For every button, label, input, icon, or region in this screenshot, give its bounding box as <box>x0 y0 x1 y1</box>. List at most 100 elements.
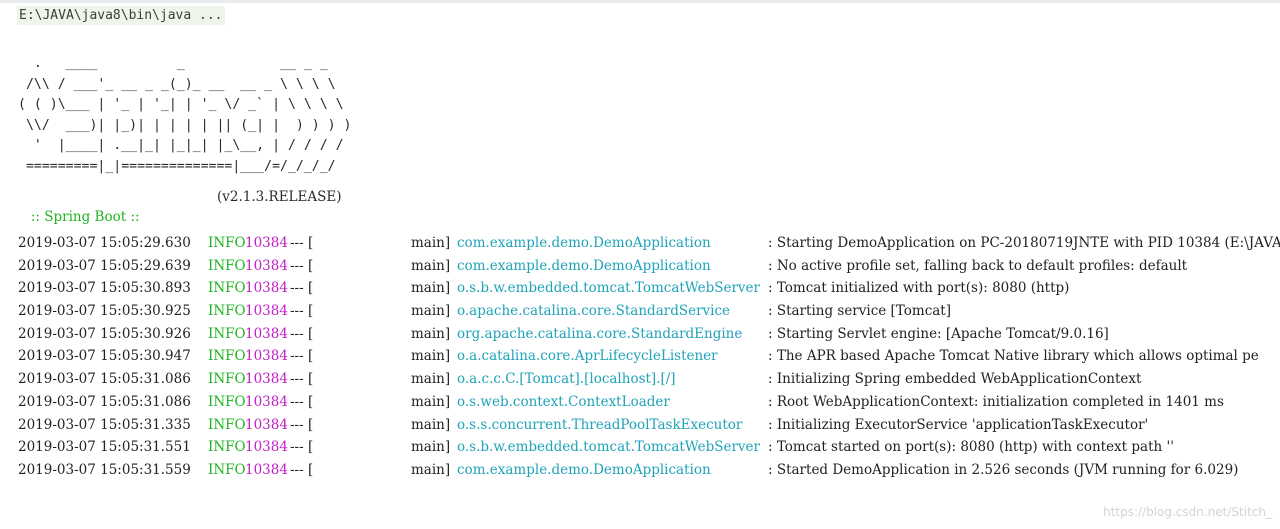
log-pid: 10384 <box>245 235 288 251</box>
log-timestamp: 2019-03-07 15:05:30.926 <box>18 325 191 342</box>
log-message: : Tomcat started on port(s): 8080 (http)… <box>768 439 1174 456</box>
log-separator: --- [ <box>290 416 314 433</box>
log-line: 2019-03-07 15:05:31.086 INFO 10384 --- [ mai… <box>0 369 1280 392</box>
log-timestamp: 2019-03-07 15:05:31.335 <box>18 416 191 433</box>
log-separator: --- [ <box>290 303 314 320</box>
log-message: : Tomcat initialized with port(s): 8080 … <box>768 280 1070 297</box>
log-timestamp: 2019-03-07 15:05:31.086 <box>18 393 191 410</box>
log-separator: --- [ <box>290 280 314 297</box>
log-logger-name[interactable]: o.s.b.w.embedded.tomcat.TomcatWebServer <box>457 437 760 457</box>
log-pid: 10384 <box>245 325 288 342</box>
log-logger-name[interactable]: com.example.demo.DemoApplication <box>457 460 711 480</box>
log-message: : Starting DemoApplication on PC-2018071… <box>768 235 1280 251</box>
log-thread: main] <box>411 280 451 297</box>
log-message: : Starting Servlet engine: [Apache Tomca… <box>768 325 1109 342</box>
log-timestamp: 2019-03-07 15:05:29.639 <box>18 257 191 274</box>
log-level: INFO <box>208 439 246 456</box>
log-timestamp: 2019-03-07 15:05:29.630 <box>18 235 191 251</box>
log-thread: main] <box>411 348 451 365</box>
log-message: : Started DemoApplication in 2.526 secon… <box>768 461 1239 478</box>
log-separator: --- [ <box>290 439 314 456</box>
spring-boot-version: (v2.1.3.RELEASE) <box>217 189 342 205</box>
log-timestamp: 2019-03-07 15:05:31.551 <box>18 439 191 456</box>
log-pid: 10384 <box>245 303 288 320</box>
log-logger-name[interactable]: o.s.b.w.embedded.tomcat.TomcatWebServer <box>457 278 760 298</box>
log-pid: 10384 <box>245 348 288 365</box>
log-pid: 10384 <box>245 280 288 297</box>
log-timestamp: 2019-03-07 15:05:31.086 <box>18 371 191 388</box>
log-message: : Root WebApplicationContext: initializa… <box>768 393 1224 410</box>
log-thread: main] <box>411 393 451 410</box>
log-line: 2019-03-07 15:05:31.559 INFO 10384 --- [ mai… <box>0 460 1280 483</box>
log-line: 2019-03-07 15:05:30.893 INFO 10384 --- [ mai… <box>0 278 1280 301</box>
log-level: INFO <box>208 371 246 388</box>
log-pid: 10384 <box>245 393 288 410</box>
log-thread: main] <box>411 439 451 456</box>
log-separator: --- [ <box>290 325 314 342</box>
log-logger-name[interactable]: o.s.web.context.ContextLoader <box>457 392 670 412</box>
log-thread: main] <box>411 303 451 320</box>
log-logger-name[interactable]: o.apache.catalina.core.StandardService <box>457 301 730 321</box>
banner-line: . ____ _ __ _ _ <box>18 56 328 71</box>
console-log-output: 2019-03-07 15:05:29.630 INFO 10384 --- [mai… <box>0 233 1280 483</box>
log-line: 2019-03-07 15:05:30.947 INFO 10384 --- [ mai… <box>0 346 1280 369</box>
spring-ascii-banner: . ____ _ __ _ _ /\\ / ___'_ __ _ _(_)_ _… <box>18 54 351 178</box>
log-pid: 10384 <box>245 371 288 388</box>
spring-boot-version-line: :: Spring Boot :: (v2.1.3.RELEASE) <box>18 187 342 227</box>
log-thread: main] <box>411 371 451 388</box>
log-level: INFO <box>208 348 246 365</box>
banner-line: ' |____| .__|_| |_|_| |_\__, | / / / / <box>18 138 344 154</box>
log-level: INFO <box>208 416 246 433</box>
log-message: : Initializing ExecutorService 'applicat… <box>768 416 1149 433</box>
banner-line: /\\ / ___'_ __ _ _(_)_ __ __ _ \ \ \ \ <box>18 76 336 92</box>
log-line: 2019-03-07 15:05:29.630 INFO 10384 --- [mai… <box>0 233 1280 256</box>
log-separator: --- [ <box>290 371 314 388</box>
log-level: INFO <box>208 303 246 320</box>
banner-line: \\/ ___)| |_)| | | | | || (_| | ) ) ) ) <box>18 117 352 133</box>
log-line: 2019-03-07 15:05:29.639 INFO 10384 --- [ mai… <box>0 256 1280 279</box>
banner-line: ( ( )\___ | '_ | '_| | '_ \/ _` | \ \ \ … <box>18 97 344 113</box>
log-thread: main] <box>411 257 451 274</box>
run-command-line[interactable]: E:\JAVA\java8\bin\java ... <box>17 6 225 25</box>
log-level: INFO <box>208 257 246 274</box>
log-line: 2019-03-07 15:05:31.335 INFO 10384 --- [ mai… <box>0 415 1280 438</box>
log-thread: main] <box>411 461 451 478</box>
log-level: INFO <box>208 280 246 297</box>
log-timestamp: 2019-03-07 15:05:30.947 <box>18 348 191 365</box>
log-level: INFO <box>208 393 246 410</box>
log-separator: --- [ <box>290 393 314 410</box>
log-level: INFO <box>208 461 246 478</box>
log-separator: --- [ <box>290 348 314 365</box>
log-logger-name[interactable]: com.example.demo.DemoApplication <box>457 233 711 253</box>
banner-line: =========|_|==============|___/=/_/_/_/ <box>18 158 336 174</box>
log-separator: --- [ <box>290 461 314 478</box>
log-line: 2019-03-07 15:05:31.551 INFO 10384 --- [ mai… <box>0 437 1280 460</box>
log-line: 2019-03-07 15:05:30.925 INFO 10384 --- [ mai… <box>0 301 1280 324</box>
spring-boot-label: :: Spring Boot :: <box>26 209 144 225</box>
log-thread: main] <box>411 416 451 433</box>
log-pid: 10384 <box>245 461 288 478</box>
log-logger-name[interactable]: org.apache.catalina.core.StandardEngine <box>457 324 742 344</box>
log-pid: 10384 <box>245 416 288 433</box>
watermark: https://blog.csdn.net/Stitch_ <box>1103 505 1272 519</box>
log-message: : No active profile set, falling back to… <box>768 257 1188 274</box>
log-timestamp: 2019-03-07 15:05:31.559 <box>18 461 191 478</box>
log-pid: 10384 <box>245 257 288 274</box>
log-separator: --- [ <box>290 235 314 251</box>
log-logger-name[interactable]: o.s.s.concurrent.ThreadPoolTaskExecutor <box>457 415 742 435</box>
log-logger-name[interactable]: o.a.catalina.core.AprLifecycleListener <box>457 346 718 366</box>
log-logger-name[interactable]: o.a.c.c.C.[Tomcat].[localhost].[/] <box>457 369 676 389</box>
log-level: INFO <box>208 235 246 251</box>
log-message: : Starting service [Tomcat] <box>768 303 951 320</box>
log-separator: --- [ <box>290 257 314 274</box>
log-timestamp: 2019-03-07 15:05:30.925 <box>18 303 191 320</box>
log-thread: main] <box>411 325 451 342</box>
log-timestamp: 2019-03-07 15:05:30.893 <box>18 280 191 297</box>
log-logger-name[interactable]: com.example.demo.DemoApplication <box>457 256 711 276</box>
window-top-border <box>0 0 1280 3</box>
log-message: : The APR based Apache Tomcat Native lib… <box>768 348 1259 365</box>
log-pid: 10384 <box>245 439 288 456</box>
log-level: INFO <box>208 325 246 342</box>
log-message: : Initializing Spring embedded WebApplic… <box>768 371 1142 388</box>
log-line: 2019-03-07 15:05:30.926 INFO 10384 --- [ mai… <box>0 324 1280 347</box>
